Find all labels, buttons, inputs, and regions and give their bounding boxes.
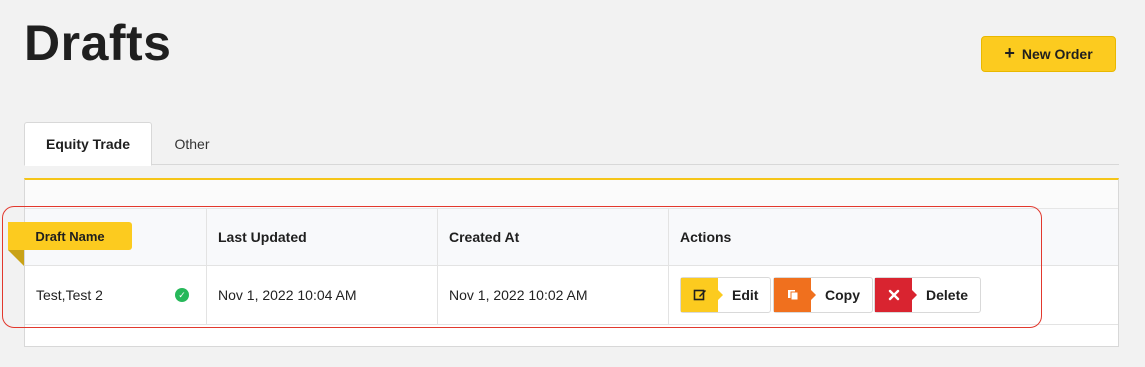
created-at-cell: Nov 1, 2022 10:02 AM (438, 266, 669, 324)
copy-icon (774, 278, 816, 312)
close-icon (875, 278, 917, 312)
draft-name-cell: Test,Test 2 ✓ (25, 266, 207, 324)
panel-header-strip (25, 180, 1118, 209)
delete-label: Delete (926, 287, 969, 303)
new-order-button[interactable]: + New Order (981, 36, 1116, 72)
table-header: Last Updated Created At Actions (25, 209, 1118, 266)
plus-icon: + (1004, 43, 1015, 63)
column-created-at: Created At (438, 209, 669, 265)
check-circle-icon: ✓ (175, 288, 189, 302)
edit-label: Edit (732, 287, 759, 303)
new-order-label: New Order (1021, 46, 1093, 62)
edit-button[interactable]: Edit (680, 277, 772, 313)
tab-equity-trade[interactable]: Equity Trade (24, 122, 152, 166)
delete-button[interactable]: Delete (874, 277, 982, 313)
table-row: Test,Test 2 ✓ Nov 1, 2022 10:04 AM Nov 1… (25, 266, 1118, 325)
copy-label: Copy (825, 287, 860, 303)
page-title: Drafts (24, 15, 172, 71)
copy-button[interactable]: Copy (773, 277, 873, 313)
drafts-panel: Last Updated Created At Actions Test,Tes… (24, 178, 1119, 347)
edit-icon (681, 278, 723, 312)
column-last-updated: Last Updated (207, 209, 438, 265)
draft-name-header-badge: Draft Name (8, 222, 132, 250)
tab-other[interactable]: Other (152, 122, 232, 165)
actions-cell: Edit Copy Delete (669, 266, 1118, 324)
draft-name: Test,Test 2 (36, 287, 103, 303)
ribbon-fold (8, 250, 24, 266)
column-actions: Actions (680, 229, 732, 245)
last-updated-cell: Nov 1, 2022 10:04 AM (207, 266, 438, 324)
tabs: Equity Trade Other (24, 122, 1119, 166)
